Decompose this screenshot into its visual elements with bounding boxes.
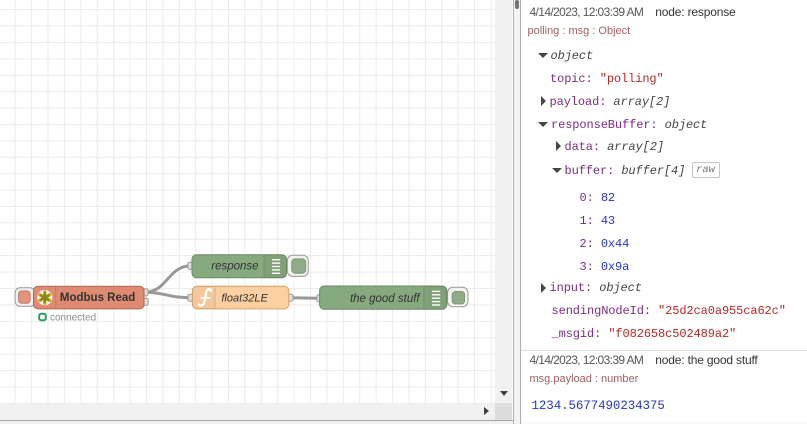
svg-text:response: response (211, 261, 258, 273)
svg-text:connected: connected (50, 313, 96, 324)
svg-text:Modbus Read: Modbus Read (60, 292, 135, 304)
svg-text:the good stuff: the good stuff (350, 293, 421, 305)
svg-text:float32LE: float32LE (221, 293, 268, 305)
